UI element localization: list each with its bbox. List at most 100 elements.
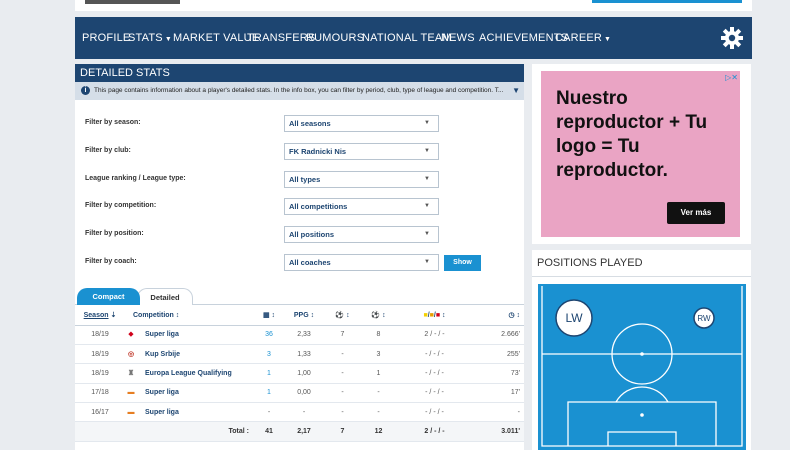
ball-icon: ⚽ (335, 312, 345, 320)
ad-text: Nuestro reproductor + Tu logo = Tu repro… (556, 88, 708, 181)
position-marker-lw[interactable]: LW (555, 299, 593, 337)
nav-career[interactable]: CAREER ▼ (555, 17, 611, 59)
column-season[interactable]: Season ⇣ (75, 306, 125, 326)
assists-cell: - (360, 402, 397, 423)
chevron-down-icon[interactable]: ▼ (512, 82, 520, 100)
minutes-cell: 255' (472, 344, 524, 365)
competition-cell: ▬ Super liga (125, 383, 255, 404)
assists-cell: 3 (360, 344, 397, 365)
position-select[interactable]: All positions ▼ (284, 226, 439, 243)
ad-cta-button[interactable]: Ver más (667, 202, 725, 224)
nav-news[interactable]: NEWS (441, 17, 475, 59)
top-strip-bar (592, 0, 742, 3)
info-text: This page contains information about a p… (94, 87, 504, 94)
appearances-cell[interactable]: 1 (255, 383, 283, 404)
total-label: Total : (75, 421, 255, 442)
column-cards[interactable]: ■/■/■ ↕ (397, 306, 472, 326)
minutes-cell: 73' (472, 363, 524, 384)
column-ppg-label: PPG (293, 311, 309, 319)
nav-national-team[interactable]: NATIONAL TEAM (362, 17, 452, 59)
sort-icon: ↕ (516, 312, 521, 320)
column-assists[interactable]: ⚽ ↕ (360, 306, 397, 326)
table-row: 17/18 ▬ Super liga 1 0,00 - - - / - / - 1… (75, 383, 524, 404)
ad-creative[interactable]: ▷✕ Nuestro reproductor + Tu logo = Tu re… (541, 71, 740, 237)
season-cell: 16/17 (75, 402, 125, 423)
appearances-cell[interactable]: 36 (255, 325, 283, 345)
info-bar[interactable]: i This page contains information about a … (75, 82, 524, 100)
filter-label: Filter by position: (85, 230, 144, 237)
assist-icon: ⚽ (371, 312, 381, 320)
nav-stats[interactable]: STATS ▼ (128, 17, 172, 59)
chevron-down-icon: ▼ (424, 120, 430, 126)
competition-link[interactable]: Europa League Qualifying (145, 370, 232, 377)
nav-profile[interactable]: PROFILE (82, 17, 130, 59)
trophy-icon: ♜ (127, 370, 135, 378)
season-cell: 17/18 (75, 383, 125, 404)
total-assists: 12 (360, 421, 397, 442)
superliga-logo-icon: ▬ (127, 389, 135, 397)
minutes-cell: 17' (472, 383, 524, 404)
chevron-down-icon: ▼ (424, 148, 430, 154)
view-tabs: Detailed Compact (75, 288, 524, 305)
sort-desc-icon: ⇣ (110, 312, 117, 320)
top-strip (75, 0, 752, 11)
competition-cell: ⬥ Super liga (125, 325, 255, 345)
competition-select[interactable]: All competitions ▼ (284, 198, 439, 215)
competition-link[interactable]: Kup Srbije (145, 351, 180, 358)
yellow-card-icon: ■ (423, 311, 428, 319)
nav-rumours[interactable]: RUMOURS (306, 17, 364, 59)
gear-icon[interactable] (720, 26, 744, 50)
coach-select[interactable]: All coaches ▼ (284, 254, 439, 271)
column-ppg[interactable]: PPG ↕ (283, 306, 325, 326)
second-yellow-icon: ■ (429, 311, 434, 319)
tab-compact[interactable]: Compact (77, 288, 140, 305)
appearances-icon: ▦ (262, 312, 270, 320)
season-cell: 18/19 (75, 363, 125, 384)
season-select[interactable]: All seasons ▼ (284, 115, 439, 132)
cards-cell: - / - / - (397, 344, 472, 365)
show-button[interactable]: Show (444, 255, 481, 271)
position-marker-rw-label: RW (697, 314, 711, 323)
info-icon: i (81, 85, 90, 95)
club-select[interactable]: FK Radnicki Nis ▼ (284, 143, 439, 160)
detailed-stats-panel: DETAILED STATS i This page contains infor… (75, 64, 524, 450)
total-goals: 7 (325, 421, 360, 442)
tab-detailed[interactable]: Detailed (137, 288, 193, 305)
nav-profile-label: PROFILE (82, 32, 131, 44)
season-select-value: All seasons (289, 119, 331, 128)
appearances-cell[interactable]: 3 (255, 344, 283, 365)
sort-icon: ↕ (382, 312, 386, 320)
competition-link[interactable]: Super liga (145, 389, 179, 396)
position-marker-rw[interactable]: RW (693, 307, 715, 329)
column-goals[interactable]: ⚽ ↕ (325, 306, 360, 326)
column-appearances[interactable]: ▦ ↕ (255, 306, 283, 326)
competition-link[interactable]: Super liga (145, 331, 179, 338)
season-cell: 18/19 (75, 325, 125, 345)
goals-cell: - (325, 383, 360, 404)
position-select-value: All positions (289, 230, 334, 239)
competition-select-value: All competitions (289, 202, 348, 211)
total-appearances: 41 (255, 421, 283, 442)
nav-career-label: CAREER (555, 32, 603, 44)
panel-title: DETAILED STATS (75, 64, 524, 82)
ad-close-icon[interactable]: ▷✕ (725, 73, 738, 82)
filter-row-competition: Filter by competition: All competitions ▼ (75, 198, 524, 216)
table-row: 18/19 ◎ Kup Srbije 3 1,33 - 3 - / - / - 2… (75, 344, 524, 365)
cards-cell: - / - / - (397, 402, 472, 423)
caret-down-icon: ▼ (164, 36, 172, 43)
chevron-down-icon: ▼ (424, 231, 430, 237)
total-cards: 2 / - / - (397, 421, 472, 442)
appearances-cell[interactable]: 1 (255, 363, 283, 384)
club-select-value: FK Radnicki Nis (289, 147, 347, 156)
ppg-cell: 1,33 (283, 344, 325, 365)
filter-label: Filter by competition: (85, 202, 157, 209)
column-minutes[interactable]: ◷ ↕ (472, 306, 524, 326)
red-card-icon: ■ (435, 311, 441, 319)
pitch-penalty-spot (640, 413, 644, 417)
ppg-cell: 0,00 (283, 383, 325, 404)
column-competition[interactable]: Competition ↕ (125, 306, 255, 326)
ppg-cell: 1,00 (283, 363, 325, 384)
league-type-select[interactable]: All types ▼ (284, 171, 439, 188)
competition-link[interactable]: Super liga (145, 409, 179, 416)
pitch-diagram: LW RW (538, 284, 746, 450)
